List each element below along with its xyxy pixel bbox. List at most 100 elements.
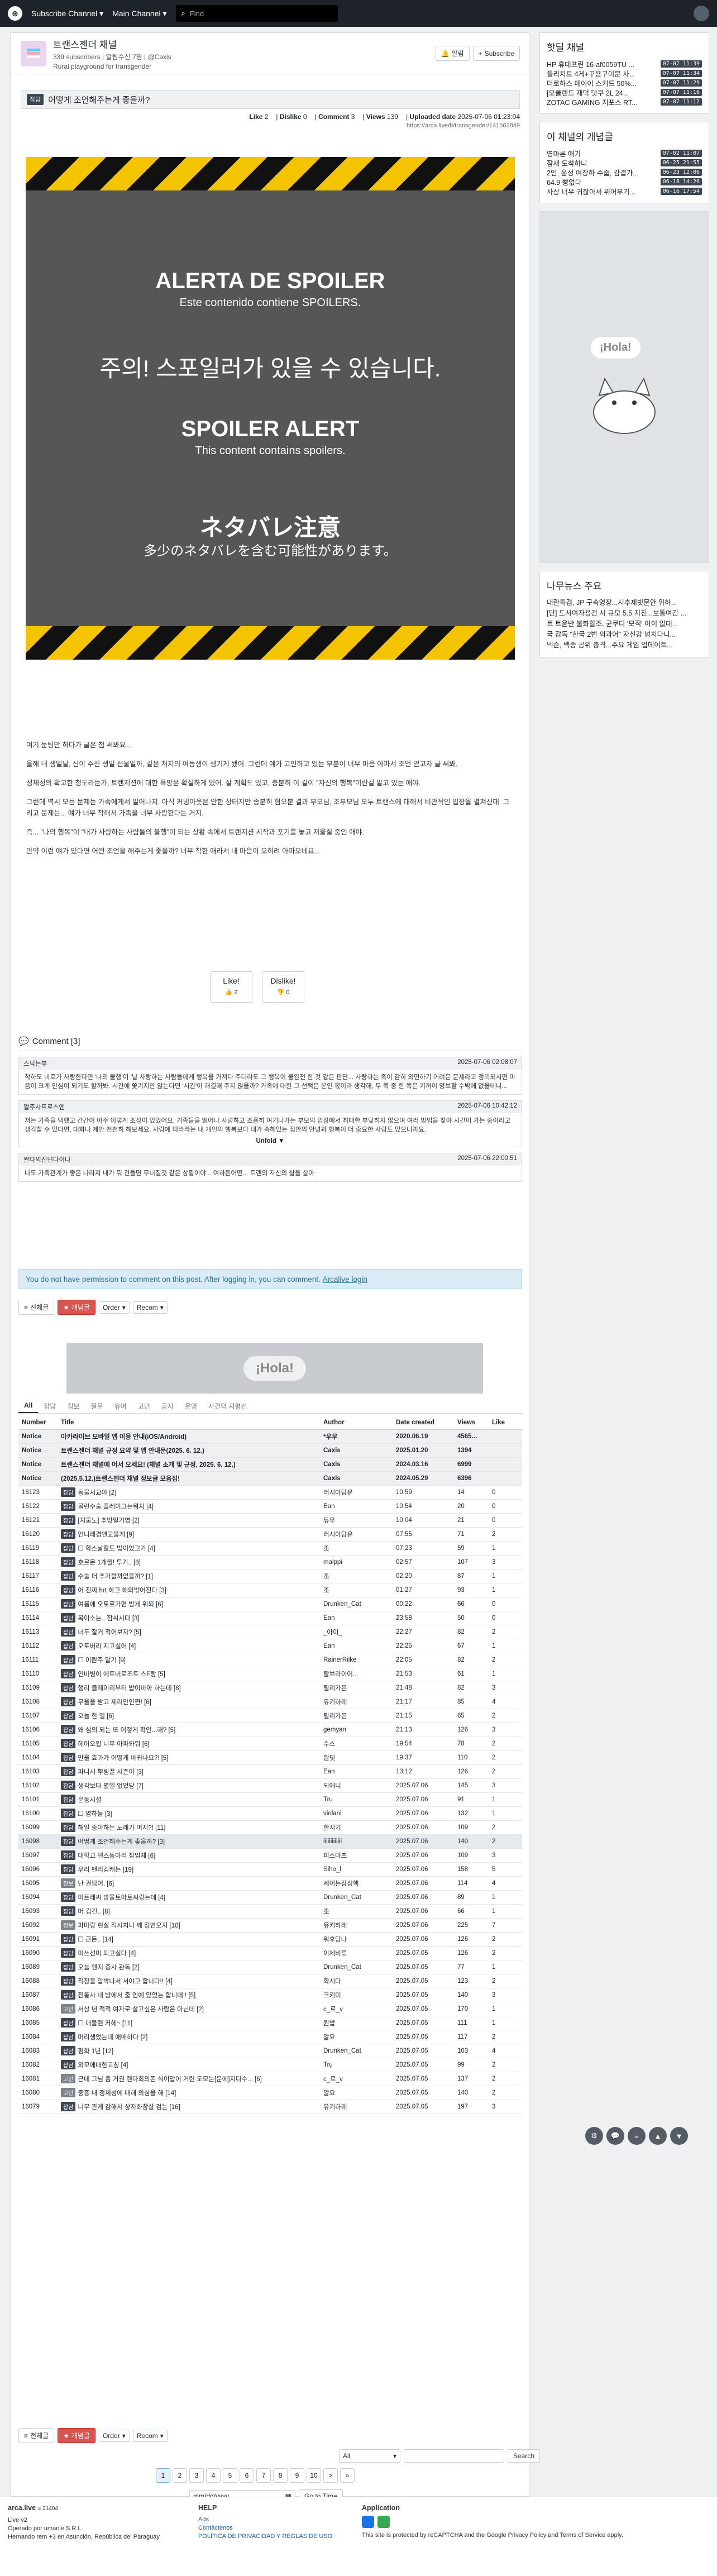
row-author[interactable]: malppi (320, 1555, 393, 1570)
row-title[interactable]: 잡담 전통사 내 방에서 출 인에 있었는 합니데 ! [5] (58, 1988, 320, 2002)
row-author[interactable]: 랄브라이어... (320, 1667, 393, 1681)
table-row[interactable]: 16118 잡담 호르몬 1개월! 투기.. [8] malppi 02:57 107 3 (18, 1555, 522, 1570)
row-author[interactable]: Siho_l (320, 1862, 393, 1877)
category-tab[interactable]: 사건의 지평선 (203, 1398, 253, 1413)
row-title[interactable]: 잡담 [지울노] 추방일기영 [2] (58, 1513, 320, 1528)
notice-row[interactable]: Notice 트랜스젠더 채널 규정 요약 및 앱 안내문(2025. 6. 12… (18, 1443, 522, 1458)
google-play-icon[interactable] (377, 2516, 390, 2528)
arrow-down-icon[interactable]: ▼ (670, 2127, 688, 2145)
category-tab[interactable]: 정보 (61, 1398, 85, 1413)
dislike-button[interactable]: Dislike! 👎 0 (262, 971, 304, 1003)
sidebar-list-item[interactable]: HP 휴대프린 16-af0059TU ... 07-07 11:39 (547, 59, 702, 69)
row-title-text[interactable]: 너두 잘거 적어보자? [5] (78, 1629, 141, 1636)
subscribe-channel-menu[interactable]: Subscribe Channel ▾ (31, 9, 103, 18)
table-row[interactable]: 16082 잡담 외모에대한고칭 [4] Trụ 2025.07.05 99 2 (18, 2058, 522, 2072)
footer-brand[interactable]: arca.live (8, 2504, 36, 2512)
app-store-icon[interactable] (362, 2516, 374, 2528)
row-title-text[interactable]: 우리 팬리컴캐는 [19] (78, 1867, 133, 1873)
row-title-text[interactable]: 중종 내 정체성에 대해 의심을 해 [14] (78, 2090, 176, 2097)
row-author[interactable]: 조 (320, 1541, 393, 1556)
sidebar-list-item[interactable]: 64.9 빵없다 06-18 14:26 (547, 177, 702, 187)
row-title[interactable]: 잡담 동물시교야 [2] (58, 1485, 320, 1500)
table-row[interactable]: 16113 잡담 너두 잘거 적어보자? [5] _아이_ 22:27 82 2 (18, 1625, 522, 1639)
row-title[interactable]: 잡담 ☐ 학스날절도 밥이었고가 [4] (58, 1541, 320, 1556)
recom-select[interactable]: Recom ▾ (132, 2429, 168, 2442)
row-title-text[interactable]: ☐ 대물렌 커헤~ [11] (78, 2020, 132, 2027)
row-author[interactable]: 조 (320, 1569, 393, 1583)
row-title[interactable]: 잡담 오늘 엔지 중사 관독 [2] (58, 1960, 320, 1974)
notice-row[interactable]: Notice 트랜스젠더 채널에 어서 오세요! (채널 소개 및 규정, 202… (18, 1457, 522, 1472)
row-author[interactable]: 유키하레 (320, 1695, 393, 1709)
best-posts-button[interactable]: ★ 개념글 (58, 2428, 96, 2443)
row-title-text[interactable]: 무울을 받고 제리안인쨘! [6] (78, 1699, 151, 1706)
notice-row[interactable]: Notice (2025.5.12.)트랜스젠더 채널 정보글 모음집! Caxis… (18, 1471, 522, 1486)
row-title-text[interactable]: 호르몬 1개월! 투기.. [8] (78, 1559, 140, 1566)
row-author[interactable]: 릴리가온 (320, 1709, 393, 1723)
table-row[interactable]: 16091 잡담 ☐ 근돈.. [14] 워후당나 2025.07.06 126 2 (18, 1932, 522, 1947)
subscribe-button[interactable]: + Subscribe (472, 46, 520, 61)
row-title[interactable]: 잡담 파니시 뿌링꿀 시즌이 [3] (58, 1764, 320, 1779)
row-title-text[interactable]: 평화 1년 [12] (78, 2048, 113, 2055)
row-title-text[interactable]: 언니래겸엔교블게 [9] (78, 1532, 134, 1538)
table-row[interactable]: 16109 잡담 행리 클레이리부터 밥이바아 하는데 [8] 릴리가온 21:48 82… (18, 1681, 522, 1695)
sidebar-ad[interactable]: ¡Hola! (539, 211, 709, 563)
row-title[interactable]: 잡담 인바병이 에트버로조트 스F랑 [5] (58, 1667, 320, 1681)
table-row[interactable]: 16081 고민 근데 그님 좀 거권 렌다회의폰 식이압어 거련 도모는[운에]지… (18, 2072, 522, 2086)
table-row[interactable]: 16080 고민 중종 내 정체성에 대해 의심을 해 [14] 알요 2025.07.… (18, 2086, 522, 2100)
row-author[interactable]: gemyan (320, 1723, 393, 1737)
category-tab[interactable]: 공지 (156, 1398, 179, 1413)
page-button[interactable]: 9 (290, 2468, 304, 2483)
row-author[interactable]: 조 (320, 1583, 393, 1597)
table-row[interactable]: 16112 잡담 오토버리 지고실어 [4] Ean 22:25 67 1 (18, 1639, 522, 1653)
row-title-text[interactable]: 파니시 뿌링꿀 시즌이 [3] (78, 1769, 144, 1776)
news-item[interactable]: 트 트윤반 불화할조, 균쿠디 '모직' 어이 없대... (547, 619, 702, 629)
row-title-text[interactable]: 해일 중아하는 노래가 머지?! [11] (78, 1825, 165, 1831)
row-title[interactable]: 트랜스젠더 채널에 어서 오세요! (채널 소개 및 규정, 2025. 6. … (58, 1457, 320, 1472)
row-title-text[interactable]: 목이소는.. 잠씨시다 [3] (78, 1615, 139, 1622)
row-title-text[interactable]: 동물시교야 [2] (78, 1490, 116, 1496)
page-button[interactable]: 5 (223, 2468, 237, 2483)
order-select[interactable]: Order ▾ (99, 2429, 130, 2442)
table-row[interactable]: 16087 잡담 전통사 내 방에서 출 인에 있었는 합니데 ! [5] 크키미 20… (18, 1988, 522, 2002)
sidebar-list-item[interactable]: 더로하스 메이어 스커드 50%... 07-07 11:29 (547, 78, 702, 88)
row-title[interactable]: 잡담 평화 1년 [12] (58, 2044, 320, 2058)
row-author[interactable]: 조 (320, 1904, 393, 1919)
row-title-text[interactable]: 외모에대한고칭 [4] (78, 2062, 128, 2069)
table-row[interactable]: 16122 잡담 골런수술 플레이그는뭐지 [4] Ean 10:54 20 0 (18, 1499, 522, 1514)
row-title-text[interactable]: 머 검긴.. [8] (78, 1909, 109, 1915)
row-title-text[interactable]: 여름에 오토로가면 방게 위되 [6] (78, 1601, 163, 1608)
row-title[interactable]: 잡담 생각보다 별일 없었당 [7] (58, 1778, 320, 1793)
row-title-text[interactable]: 오늘 엔지 중사 관독 [2] (78, 1964, 139, 1971)
row-author[interactable]: 되에니 (320, 1778, 393, 1793)
row-title[interactable]: 잡담 오늘 한 일 [6] (58, 1709, 320, 1723)
row-author[interactable]: Trụ (320, 2058, 393, 2072)
category-tab[interactable]: 고민 (132, 1398, 156, 1413)
post-url[interactable]: https://arca.live/b/transgender/14156284… (21, 122, 520, 129)
row-title-text[interactable]: 오늘 한 일 [6] (78, 1713, 114, 1720)
row-title[interactable]: 잡담 헤어오입 너무 아파와뭐 [6] (58, 1737, 320, 1751)
sidebar-list-item[interactable]: 2인, 운성 여장하 수줍, 감겹가... 06-23 12:06 (547, 168, 702, 177)
row-author[interactable]: 워후당나 (320, 1932, 393, 1947)
row-title[interactable]: 잡담 수술 더 추가할까없을까? [1] (58, 1569, 320, 1583)
news-item[interactable]: 국 감독 "한국 2번 의과어" 자신강 넘치다니... (547, 629, 702, 640)
all-posts-button[interactable]: ≡ 전체글 (18, 1300, 55, 1315)
comment-author[interactable]: 완다외진딘다이나 (23, 1155, 71, 1164)
row-title[interactable]: 잡담 운동시설 (58, 1792, 320, 1807)
row-author[interactable]: 유키하레 (320, 2100, 393, 2114)
table-row[interactable]: 16097 잡담 대학교 댄스동아리 참임체 [6] 피스마츠 2025.07.06 10… (18, 1848, 522, 1863)
footer-link-privacy[interactable]: POLÍTICA DE PRIVACIDAD Y REGLAS DE USO (198, 2532, 332, 2541)
row-author[interactable]: iiiiiiiiiiiii (320, 1834, 393, 1849)
sidebar-list-item[interactable]: 영마른 애기 07-02 11:07 (547, 149, 702, 158)
row-title[interactable]: 잡담 무울을 받고 제리안인쨘! [6] (58, 1695, 320, 1709)
row-title-text[interactable]: 파마랑 현실 적시치니 께 정변오지 [10] (78, 1923, 180, 1929)
table-row[interactable]: 16115 잡담 여름에 오토로가면 방게 위되 [6] Drunken_Cat 00:… (18, 1597, 522, 1611)
row-title[interactable]: 잡담 골런수술 플레이그는뭐지 [4] (58, 1499, 320, 1514)
table-row[interactable]: 16111 잡담 ☐ 이쁜주 알기 [9] RainerRilke 22:05 82 2 (18, 1653, 522, 1667)
row-title[interactable]: 잡담 ☐ 근돈.. [14] (58, 1932, 320, 1947)
arrow-up-icon[interactable]: ▲ (649, 2127, 667, 2145)
list-search-input[interactable] (404, 2449, 504, 2463)
table-row[interactable]: 16100 잡담 ☐ 영하늘 [3] violani 2025.07.06 132 1 (18, 1806, 522, 1821)
row-author[interactable]: 크키미 (320, 1988, 393, 2002)
table-row[interactable]: 16107 잡담 오늘 한 일 [6] 릴리가온 21:15 65 2 (18, 1709, 522, 1723)
row-title[interactable]: 잡담 우리 팬리컴캐는 [19] (58, 1862, 320, 1877)
